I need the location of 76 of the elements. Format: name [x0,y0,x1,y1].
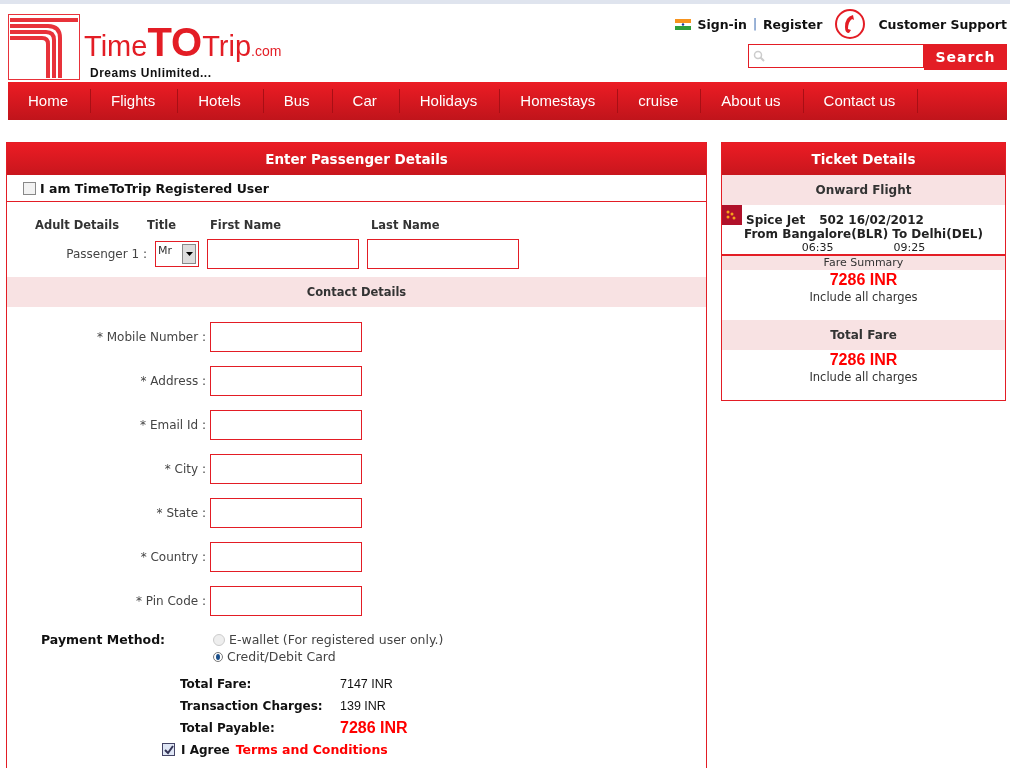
column-heading: Last Name [371,218,440,232]
passenger-label: Passenger 1 : [65,247,147,261]
arrival-time: 09:25 [893,241,926,254]
nav-link[interactable]: Car [332,89,400,113]
sign-in-link[interactable]: Sign-in [697,16,747,32]
logo-wordmark: TimeTOTrip.com [84,27,282,66]
nav-link[interactable]: Holidays [399,89,501,113]
total-label: Total Payable: [180,720,276,735]
nav-link[interactable]: Hotels [178,89,264,113]
fare-note: Include all charges [808,290,919,304]
search-button[interactable]: Search [924,44,1007,70]
section-header: Contact Details [7,277,706,307]
input-field[interactable] [210,542,362,572]
section-header: Onward Flight [722,175,1005,205]
input-field[interactable] [210,454,362,484]
nav-link[interactable]: Home [8,89,91,113]
input-field[interactable] [210,498,362,528]
panel-header: Ticket Details [722,143,1005,175]
field-label: * Pin Code : [134,594,206,608]
airline-logo-icon [722,205,742,225]
field-label: * Country : [139,550,206,564]
total-value: 7147 INR [340,676,393,691]
column-heading: Title [147,218,178,232]
checkbox[interactable] [162,743,175,756]
total-label: Total Fare: [180,676,253,691]
payment-method-label: Payment Method: [41,632,167,649]
phone-icon [834,8,867,40]
section-header: Fare Summary [722,256,1005,270]
logo-tagline: Dreams Unlimited... [89,66,213,80]
airline-name: Spice Jet [746,213,806,227]
radio-label: E-wallet (For registered user only.) [229,632,444,647]
column-heading: Adult Details [35,218,121,232]
input-field[interactable] [210,410,362,440]
logo-mark-icon [8,14,80,80]
panel-header: Enter Passenger Details [7,143,706,175]
total-fare-note: Include all charges [808,370,919,384]
fare-amount: 7286 INR [828,270,899,290]
departure-time: 06:35 [801,241,834,254]
input-field[interactable] [210,366,362,396]
total-value: 139 INR [340,698,386,713]
link-separator: | [752,17,757,31]
title-dropdown[interactable]: Mr [155,241,199,267]
first-name-field[interactable] [207,239,359,269]
flight-info: 502 16/02/2012 [819,213,924,227]
nav-link[interactable]: About us [701,89,804,113]
input-field[interactable] [210,322,362,352]
nav-link[interactable]: Contact us [803,89,919,113]
search-icon [753,50,765,62]
checkbox[interactable] [23,181,36,195]
field-label: * City : [163,462,206,476]
checkbox-label: I am TimeToTrip Registered User [40,180,269,196]
nav-link[interactable]: cruise [618,89,702,113]
input-field[interactable] [210,586,362,616]
total-label: Transaction Charges: [180,698,324,713]
field-label: * Mobile Number : [95,330,206,344]
flag-icon [675,18,692,30]
nav-link[interactable]: Homestays [500,89,619,113]
last-name-field[interactable] [367,239,519,269]
customer-support-label: Customer Support [878,16,1007,32]
field-label: * Address : [139,374,206,388]
field-label: * Email Id : [139,418,206,432]
radio-label: Credit/Debit Card [227,649,336,664]
field-label: * State : [155,506,206,520]
caret-icon [182,244,196,264]
section-header: Total Fare [722,320,1005,350]
route-text: From Bangalore(BLR) To Delhi(DEL) [743,227,984,241]
register-link[interactable]: Register [762,16,823,32]
column-heading: First Name [210,218,282,232]
radio-button[interactable] [213,651,223,662]
nav-link[interactable]: Bus [263,89,333,113]
total-value: 7286 INR [340,718,408,737]
nav-link[interactable]: Flights [91,89,179,113]
total-fare-amount: 7286 INR [828,350,899,370]
agree-text: I Agree [181,742,230,757]
terms-link[interactable]: Terms and Conditions [235,742,388,757]
search-field[interactable] [748,44,924,68]
